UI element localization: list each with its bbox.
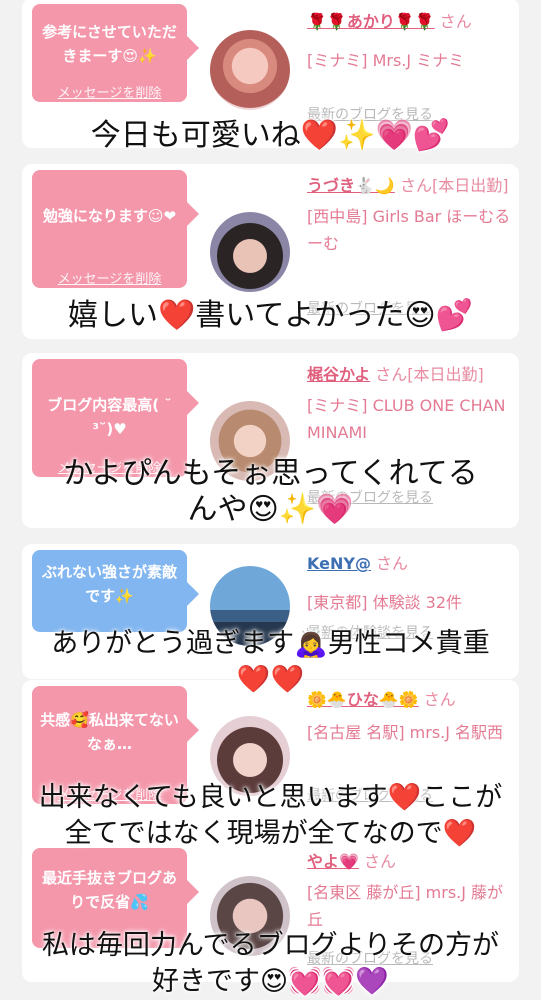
- caption-line: ありがとう過ぎます🙇‍♀️男性コメ貴重: [51, 628, 490, 659]
- honorific: さん: [364, 852, 397, 871]
- user-name-link[interactable]: 🌹🌹あかり🌹🌹: [307, 12, 435, 31]
- user-name-link[interactable]: やよ💗: [307, 852, 359, 871]
- honorific: さん[本日出勤]: [399, 176, 509, 195]
- overlay-caption-4: ありがとう過ぎます🙇‍♀️男性コメ貴重 ❤️❤️: [0, 626, 541, 698]
- comment-text: 勉強になります☺︎❤︎: [42, 207, 177, 225]
- comment-text: ブログ内容最高( ˘ ³˘)♥: [47, 396, 172, 438]
- comment-text: ぶれない強さが素敵です✨: [41, 563, 177, 605]
- delete-message-link[interactable]: メッセージを削除: [32, 82, 187, 106]
- shop-location[interactable]: [西中島] Girls Bar ほーむるーむ: [307, 203, 512, 257]
- user-name-link[interactable]: 梶谷かよ: [307, 365, 370, 384]
- caption-line: 嬉しい❤️書いてよかった😍💕: [67, 298, 474, 333]
- caption-line: ❤️❤️: [236, 664, 305, 695]
- overlay-caption-1: 今日も可愛いね❤️✨💗💕: [0, 118, 541, 154]
- honorific: さん: [439, 12, 472, 31]
- overlay-caption-3: かよぴんもそぉ思ってくれてる んや😍✨💗: [0, 456, 541, 528]
- honorific: さん[本日出勤]: [375, 365, 484, 384]
- shop-location[interactable]: [ミナミ] Mrs.J ミナミ: [307, 47, 512, 74]
- shop-location[interactable]: [東京都] 体験談 32件: [307, 589, 512, 616]
- shop-location[interactable]: [ミナミ] CLUB ONE CHAN MINAMI: [307, 392, 512, 446]
- comment-bubble: ぶれない強さが素敵です✨: [32, 550, 199, 632]
- overlay-caption-6: 私は毎回力んでるブログよりその方が 好きです😍💓💓💜: [0, 928, 541, 1000]
- caption-line: 好きです😍💓💓💜: [151, 966, 389, 997]
- caption-line: 全てではなく現場が全てなので❤️: [64, 818, 477, 849]
- overlay-caption-5: 出来なくても良いと思います❤️ここが 全てではなく現場が全てなので❤️: [0, 780, 541, 852]
- comment-bubble: 参考にさせていただきまーす😍✨ メッセージを削除: [32, 4, 199, 102]
- user-name-link[interactable]: うづき🐇🌙: [307, 176, 395, 195]
- shop-location[interactable]: [名古屋 名駅] mrs.J 名駅西: [307, 719, 512, 746]
- comment-text: 参考にさせていただきまーす😍✨: [42, 23, 177, 65]
- caption-line: 私は毎回力んでるブログよりその方が: [41, 930, 500, 961]
- caption-line: かよぴんもそぉ思ってくれてる: [63, 456, 478, 491]
- user-name-link[interactable]: KeNY@: [307, 554, 371, 573]
- caption-line: 出来なくても良いと思います❤️ここが: [38, 782, 503, 813]
- comment-text: 最近手抜きブログありで反省💦: [41, 869, 177, 911]
- overlay-caption-2: 嬉しい❤️書いてよかった😍💕: [0, 298, 541, 334]
- honorific: さん: [376, 554, 409, 573]
- avatar[interactable]: [210, 212, 290, 292]
- avatar[interactable]: [210, 30, 290, 110]
- delete-message-link[interactable]: メッセージを削除: [32, 268, 187, 292]
- shop-location[interactable]: [名東区 藤が丘] mrs.J 藤が丘: [307, 879, 512, 933]
- comment-text: 共感🥰私出来てないなぁ…: [40, 711, 179, 753]
- caption-line: 今日も可愛いね❤️✨💗💕: [90, 118, 451, 153]
- caption-line: んや😍✨💗: [187, 492, 354, 527]
- comment-bubble: 勉強になります☺︎❤︎ メッセージを削除: [32, 170, 199, 288]
